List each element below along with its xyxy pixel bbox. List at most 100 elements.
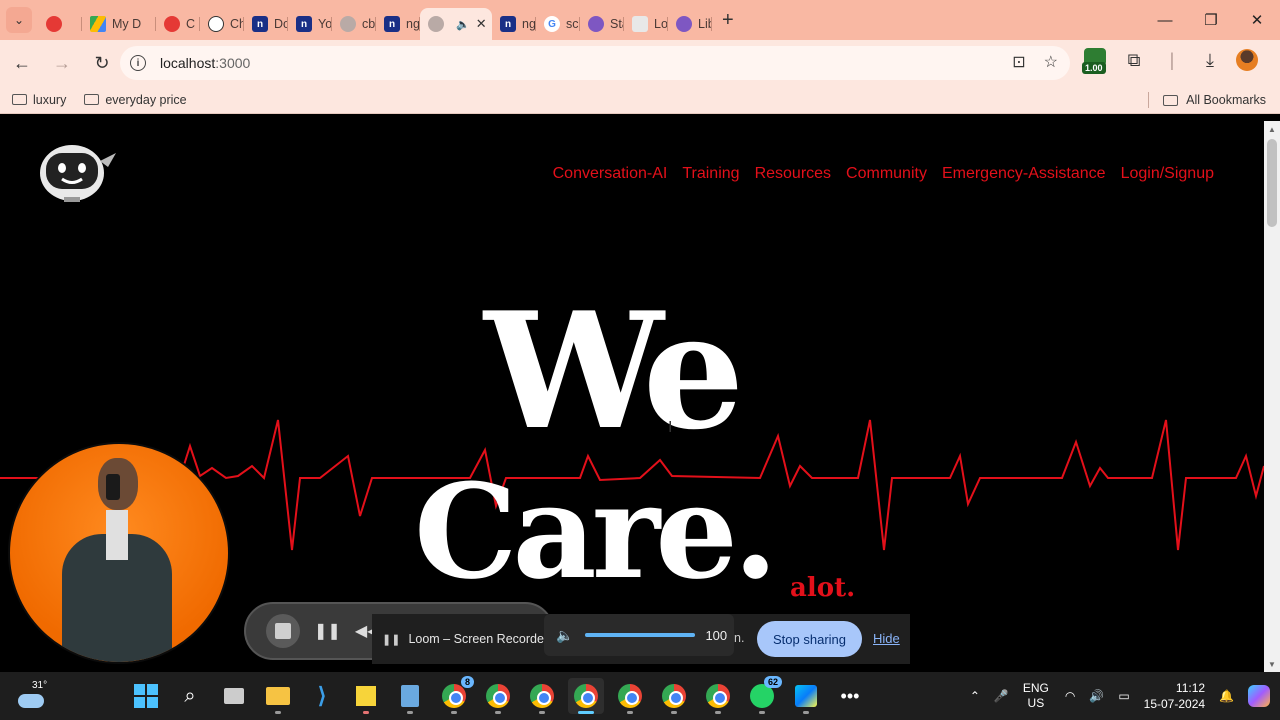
taskbar-search-button[interactable]: ⌕ (172, 678, 208, 714)
cloud-icon (18, 694, 44, 708)
extensions-puzzle-icon[interactable]: ⧉ (1122, 50, 1146, 71)
nav-emergency-assistance[interactable]: Emergency-Assistance (942, 165, 1106, 183)
wifi-icon[interactable]: ◠ (1065, 689, 1075, 703)
url-text: localhost:3000 (160, 55, 250, 71)
restore-button[interactable]: ❐ (1188, 0, 1234, 40)
chrome-button-5[interactable] (612, 678, 648, 714)
nav-training[interactable]: Training (682, 165, 739, 183)
browser-tab[interactable]: n Your (288, 8, 332, 40)
microphone-icon[interactable]: 🎤 (994, 689, 1009, 703)
hide-share-bar-link[interactable]: Hide (873, 631, 900, 646)
all-bookmarks-button[interactable]: All Bookmarks (1163, 86, 1266, 114)
forward-button[interactable]: → (44, 45, 80, 81)
install-app-icon[interactable]: ⊡ (1012, 52, 1025, 72)
chevron-down-icon: ⌄ (13, 13, 25, 27)
chrome-button-3[interactable] (524, 678, 560, 714)
volume-icon[interactable]: 🔊 (1089, 689, 1104, 703)
notepad-button[interactable] (392, 678, 428, 714)
copilot-icon[interactable] (1248, 685, 1270, 707)
chrome-button-2[interactable] (480, 678, 516, 714)
robot-logo[interactable] (38, 139, 118, 203)
nav-resources[interactable]: Resources (755, 165, 831, 183)
bookmark-luxury[interactable]: luxury (12, 93, 66, 107)
loom-pause-button[interactable]: ❚❚ (314, 621, 341, 641)
back-button[interactable]: ← (4, 45, 40, 81)
battery-icon[interactable]: ▭ (1118, 689, 1129, 703)
bookmark-everyday-price[interactable]: everyday price (84, 93, 187, 107)
scrollbar-thumb[interactable] (1267, 139, 1277, 227)
browser-tab[interactable]: C (156, 8, 200, 40)
notification-bell-icon[interactable]: 🔔 (1219, 689, 1234, 703)
bookmarks-divider (1148, 92, 1149, 108)
site-info-icon[interactable]: i (130, 55, 146, 71)
download-icon[interactable]: ⤓ (1198, 50, 1222, 71)
chrome-button-6[interactable] (656, 678, 692, 714)
text-cursor-icon: I (668, 419, 673, 436)
chrome-button-1[interactable]: 8 (436, 676, 474, 714)
sticky-notes-button[interactable] (348, 678, 384, 714)
volume-slider[interactable] (585, 633, 696, 637)
chrome-button-4[interactable] (568, 678, 604, 714)
extension-button[interactable]: 1.00 (1082, 46, 1108, 74)
nav-community[interactable]: Community (846, 165, 927, 183)
main-nav: Conversation-AI Training Resources Commu… (553, 165, 1214, 183)
speaker-icon[interactable]: 🔈 (556, 627, 573, 644)
scroll-down-arrow-icon[interactable]: ▼ (1264, 656, 1280, 672)
browser-tab[interactable]: nngrol (492, 8, 536, 40)
browser-tab[interactable]: Chat (200, 8, 244, 40)
tab-search-button[interactable]: ⌄ (6, 7, 32, 33)
new-tab-button[interactable]: + (722, 9, 734, 32)
tab-label: Chat (230, 17, 244, 31)
tab-favicon-icon (632, 16, 648, 32)
browser-tab[interactable] (38, 8, 82, 40)
clock[interactable]: 11:12 15-07-2024 (1144, 680, 1205, 712)
reload-button[interactable]: ↻ (84, 45, 120, 81)
more-apps-button[interactable]: ••• (832, 678, 868, 714)
minimize-button[interactable]: — (1142, 0, 1188, 40)
tab-close-icon[interactable]: ✕ (476, 16, 487, 32)
chrome-button-7[interactable] (700, 678, 736, 714)
nav-conversation-ai[interactable]: Conversation-AI (553, 165, 668, 183)
start-button[interactable] (128, 678, 164, 714)
browser-tab[interactable]: My D (82, 8, 156, 40)
browser-tab[interactable]: Libra (668, 8, 712, 40)
language-indicator[interactable]: ENG US (1023, 681, 1049, 711)
browser-tab[interactable]: Start (580, 8, 624, 40)
task-view-button[interactable] (216, 678, 252, 714)
hero-care-text: Care. (414, 455, 778, 608)
weather-widget[interactable]: 31° (18, 680, 48, 712)
webstorm-icon (795, 685, 817, 707)
stop-sharing-button[interactable]: Stop sharing (757, 621, 862, 657)
browser-tab[interactable]: n Dowr (244, 8, 288, 40)
nav-login-signup[interactable]: Login/Signup (1121, 165, 1214, 183)
taskbar-apps: ⌕ ⟩ 8 62 ••• (128, 676, 868, 714)
scroll-up-arrow-icon[interactable]: ▲ (1264, 121, 1280, 137)
close-window-button[interactable]: ✕ (1234, 0, 1280, 40)
browser-tab[interactable]: Gscree (536, 8, 580, 40)
file-explorer-button[interactable] (260, 678, 296, 714)
whatsapp-button[interactable]: 62 (744, 676, 782, 714)
page-scrollbar[interactable]: ▲ ▼ (1264, 121, 1280, 672)
chrome-icon (618, 684, 642, 708)
webcam-bubble[interactable] (8, 442, 230, 664)
bookmark-star-icon[interactable]: ☆ (1044, 52, 1058, 72)
volume-slider-fill (585, 633, 696, 637)
show-hidden-icons-chevron-icon[interactable]: ⌃ (970, 689, 980, 703)
bookmark-label: luxury (33, 92, 67, 107)
browser-tab[interactable]: nngrol (376, 8, 420, 40)
profile-avatar[interactable] (1236, 49, 1258, 71)
browser-tab[interactable]: 🔈 ✕ (420, 8, 492, 40)
tab-favicon-icon: n (384, 16, 400, 32)
loom-stop-button[interactable] (266, 614, 300, 648)
tab-label: scree (566, 17, 580, 31)
browser-tab[interactable]: Loon (624, 8, 668, 40)
tab-favicon-icon: n (296, 16, 312, 32)
vscode-button[interactable]: ⟩ (304, 678, 340, 714)
tab-audio-icon[interactable]: 🔈 (456, 18, 470, 31)
address-bar[interactable]: i localhost:3000 ⊡ ☆ (120, 46, 1070, 80)
share-pause-icon[interactable]: ❚❚ (382, 633, 400, 646)
webstorm-button[interactable] (788, 678, 824, 714)
browser-tab[interactable]: cb1d (332, 8, 376, 40)
menu-kebab-icon[interactable]: ⋮ (1272, 50, 1280, 71)
tab-strip: ⌄ My DCChatnDowrnYourcb1dnngrol🔈✕nngrolG… (0, 0, 1280, 40)
